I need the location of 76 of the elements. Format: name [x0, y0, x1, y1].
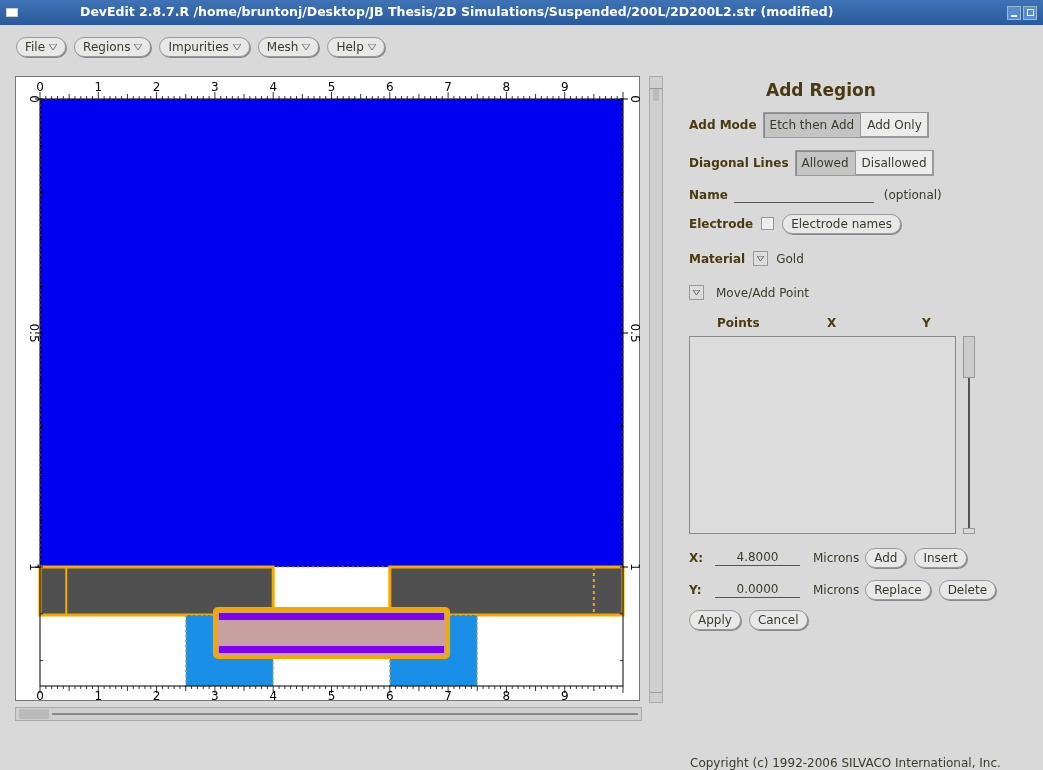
- point-mode-label: Move/Add Point: [716, 284, 810, 302]
- axis-label: 4: [269, 689, 277, 701]
- axis-label: 1: [27, 563, 41, 571]
- caret-icon: [134, 44, 143, 50]
- menu-button[interactable]: Impurities: [159, 37, 250, 57]
- vertical-scrollbar[interactable]: [962, 335, 976, 534]
- axis-label: 1: [94, 80, 103, 94]
- dropdown-icon[interactable]: [689, 285, 704, 300]
- field-label: Name: [689, 186, 728, 204]
- axis-label: 4: [269, 80, 277, 94]
- minimize-icon[interactable]: [1007, 5, 1021, 20]
- electrode-checkbox[interactable]: [761, 217, 775, 230]
- axis-label: 5: [327, 689, 336, 701]
- menu-button[interactable]: Mesh: [257, 37, 320, 57]
- segment-button[interactable]: Allowed: [795, 150, 856, 175]
- axis-label: 0: [628, 95, 640, 103]
- axis-label: 6: [386, 689, 394, 701]
- material-value: Gold: [776, 250, 804, 268]
- hint-text: (optional): [883, 186, 942, 204]
- action-button[interactable]: Add: [865, 547, 907, 568]
- axis-label: 1: [628, 563, 640, 571]
- copyright-text: Copyright (c) 1992-2006 SILVACO International, Inc.: [690, 755, 1001, 770]
- axis-label: 1: [94, 689, 103, 701]
- axis-label: 7: [444, 689, 452, 701]
- coordinate-field[interactable]: 4.8000: [715, 549, 800, 566]
- axis-label: 7: [444, 80, 452, 94]
- axis-label: 2: [152, 689, 161, 701]
- action-button[interactable]: Replace: [865, 579, 931, 600]
- caret-icon: [232, 44, 241, 50]
- segment-button[interactable]: Disallowed: [855, 150, 933, 175]
- horizontal-scrollbar[interactable]: [15, 707, 642, 721]
- caret-icon: [49, 44, 58, 50]
- field-label: Y:: [689, 581, 703, 599]
- axis-label: 9: [560, 80, 569, 94]
- axis-label: 0.5: [27, 323, 41, 343]
- caret-icon: [367, 44, 376, 50]
- window-title: DevEdit 2.8.7.R /home/bruntonj/Desktop/JB Thesis/2D Simulations/Suspended/200L/2D200L2.str (modified): [80, 3, 834, 22]
- segment-button[interactable]: Etch then Add: [763, 112, 862, 137]
- menu-button[interactable]: Regions: [74, 37, 152, 57]
- axis-label: 0: [27, 95, 41, 103]
- field-label: Diagonal Lines: [689, 154, 789, 172]
- axis-label: 0: [36, 689, 44, 701]
- action-button[interactable]: Insert: [914, 547, 967, 568]
- column-header: X: [827, 314, 838, 332]
- field-label: X:: [689, 549, 705, 567]
- axis-label: 3: [211, 80, 219, 94]
- vertical-scrollbar[interactable]: [649, 76, 663, 703]
- field-label: Add Mode: [689, 116, 757, 134]
- axis-label: 6: [386, 80, 394, 94]
- axis-label: 3: [211, 689, 219, 701]
- axis-label: 8: [502, 80, 511, 94]
- field-label: Material: [689, 250, 746, 268]
- axis-label: 0: [36, 80, 44, 94]
- action-button[interactable]: Delete: [938, 579, 997, 600]
- caret-icon: [302, 44, 311, 50]
- segment-button[interactable]: Add Only: [861, 112, 928, 137]
- column-header: Y: [922, 314, 931, 332]
- window-menu-icon[interactable]: [6, 8, 18, 17]
- unit-label: Microns: [813, 581, 860, 599]
- panel-title: Add Region: [766, 79, 877, 102]
- action-button[interactable]: Cancel: [748, 609, 808, 630]
- axis-label: 2: [152, 80, 161, 94]
- axis-label: 5: [327, 80, 336, 94]
- unit-label: Microns: [813, 549, 860, 567]
- column-header: Points: [717, 314, 761, 332]
- field-label: Electrode: [689, 215, 754, 233]
- dropdown-icon[interactable]: [753, 251, 769, 266]
- axis-label: 9: [560, 689, 569, 701]
- menu-button[interactable]: Help: [327, 37, 385, 57]
- menu-button[interactable]: File: [16, 37, 67, 57]
- electrode-names-button[interactable]: Electrode names: [782, 213, 901, 234]
- maximize-icon[interactable]: [1023, 5, 1037, 20]
- axis-label: 8: [502, 689, 511, 701]
- axis-label: 0.5: [628, 323, 640, 343]
- action-button[interactable]: Apply: [689, 609, 741, 630]
- coordinate-field[interactable]: 0.0000: [715, 581, 800, 598]
